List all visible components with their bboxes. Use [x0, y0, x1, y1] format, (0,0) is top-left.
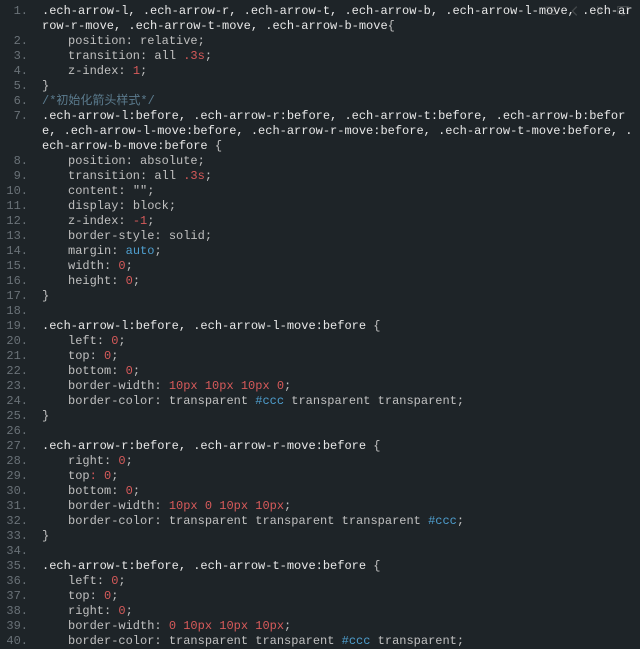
line-number: 37.	[0, 589, 36, 604]
code-line: left: 0;	[42, 334, 634, 349]
code-line: content: "";	[42, 184, 634, 199]
code-line: left: 0;	[42, 574, 634, 589]
code-line: }	[42, 289, 634, 304]
code-line: transition: all .3s;	[42, 49, 634, 64]
line-number: 11.	[0, 199, 36, 214]
code-line: .ech-arrow-l:before, .ech-arrow-r:before…	[42, 109, 634, 154]
code-area[interactable]: .ech-arrow-l, .ech-arrow-r, .ech-arrow-t…	[42, 4, 634, 649]
line-number: 35.	[0, 559, 36, 574]
code-line: z-index: -1;	[42, 214, 634, 229]
line-number: 16.	[0, 274, 36, 289]
line-number: 19.	[0, 319, 36, 334]
code-line: display: block;	[42, 199, 634, 214]
line-number: 17.	[0, 289, 36, 304]
line-number: 40.	[0, 634, 36, 649]
line-number: 28.	[0, 454, 36, 469]
line-number: 15.	[0, 259, 36, 274]
code-line: border-color: transparent #ccc transpare…	[42, 394, 634, 409]
line-number: 32.	[0, 514, 36, 529]
code-line: margin: auto;	[42, 244, 634, 259]
line-number: 39.	[0, 619, 36, 634]
code-line: position: absolute;	[42, 154, 634, 169]
code-line: z-index: 1;	[42, 64, 634, 79]
line-number: 2.	[0, 34, 36, 49]
code-line: top: 0;	[42, 589, 634, 604]
line-number: 20.	[0, 334, 36, 349]
code-line: }	[42, 409, 634, 424]
code-line	[42, 304, 634, 319]
line-number: 26.	[0, 424, 36, 439]
line-number: 22.	[0, 364, 36, 379]
code-line: }	[42, 529, 634, 544]
code-line: height: 0;	[42, 274, 634, 289]
line-number: 27.	[0, 439, 36, 454]
line-number: 29.	[0, 469, 36, 484]
code-line: border-style: solid;	[42, 229, 634, 244]
line-number: 34.	[0, 544, 36, 559]
code-line: .ech-arrow-t:before, .ech-arrow-t-move:b…	[42, 559, 634, 574]
line-number: 14.	[0, 244, 36, 259]
code-line: .ech-arrow-l:before, .ech-arrow-l-move:b…	[42, 319, 634, 334]
code-line	[42, 544, 634, 559]
code-line: }	[42, 79, 634, 94]
code-line: border-width: 10px 10px 10px 0;	[42, 379, 634, 394]
code-line: right: 0;	[42, 454, 634, 469]
line-number: 6.	[0, 94, 36, 109]
line-number: 9.	[0, 169, 36, 184]
line-number: 23.	[0, 379, 36, 394]
line-number: 13.	[0, 229, 36, 244]
line-number: 33.	[0, 529, 36, 544]
line-number: 30.	[0, 484, 36, 499]
code-line: border-width: 10px 0 10px 10px;	[42, 499, 634, 514]
code-line	[42, 424, 634, 439]
code-line: .ech-arrow-l, .ech-arrow-r, .ech-arrow-t…	[42, 4, 634, 34]
line-number: 8.	[0, 154, 36, 169]
code-line: width: 0;	[42, 259, 634, 274]
line-number: 4.	[0, 64, 36, 79]
line-number: 25.	[0, 409, 36, 424]
code-line: /*初始化箭头样式*/	[42, 94, 634, 109]
line-number: 1.	[0, 4, 36, 19]
line-number: 24.	[0, 394, 36, 409]
line-number: 18.	[0, 304, 36, 319]
line-number: 7.	[0, 109, 36, 124]
code-line: .ech-arrow-r:before, .ech-arrow-r-move:b…	[42, 439, 634, 454]
code-line: top: 0;	[42, 469, 634, 484]
line-number: 10.	[0, 184, 36, 199]
line-number: 5.	[0, 79, 36, 94]
line-number: 31.	[0, 499, 36, 514]
code-line: bottom: 0;	[42, 364, 634, 379]
line-number: 3.	[0, 49, 36, 64]
code-line: transition: all .3s;	[42, 169, 634, 184]
line-number: 36.	[0, 574, 36, 589]
line-number: 21.	[0, 349, 36, 364]
code-line: position: relative;	[42, 34, 634, 49]
code-line: bottom: 0;	[42, 484, 634, 499]
line-number-gutter: 1. 2.3.4.5.6.7. 8.9.10.11.12.13.14.15.16…	[0, 0, 36, 649]
code-line: border-color: transparent transparent #c…	[42, 634, 634, 649]
code-line: border-width: 0 10px 10px 10px;	[42, 619, 634, 634]
code-line: top: 0;	[42, 349, 634, 364]
code-line: border-color: transparent transparent tr…	[42, 514, 634, 529]
line-number: 12.	[0, 214, 36, 229]
